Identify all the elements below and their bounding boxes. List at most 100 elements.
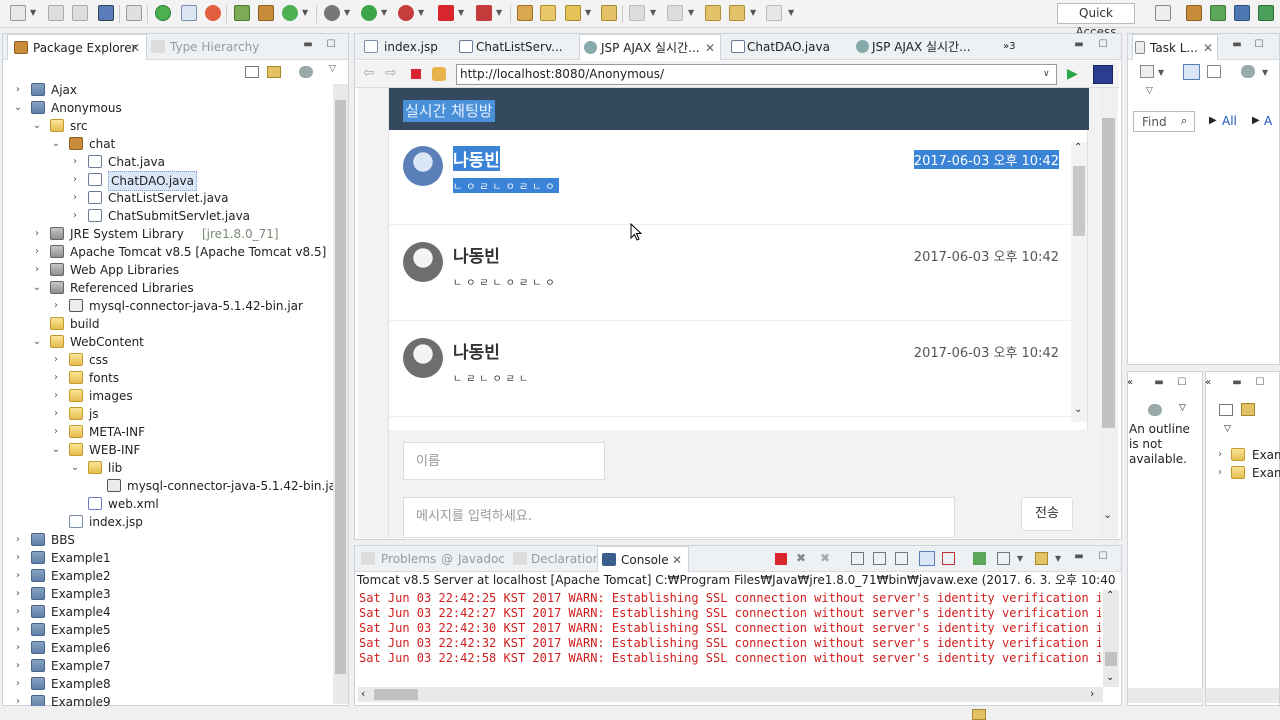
chevron-right-icon[interactable]: › <box>13 675 23 693</box>
filter-icon[interactable] <box>299 66 313 78</box>
message-input[interactable]: 메시지를 입력하세요. <box>403 497 955 538</box>
chevron-right-icon[interactable]: › <box>32 225 42 243</box>
tab-javadoc[interactable]: @ Javadoc <box>441 546 511 572</box>
minimize-icon[interactable]: ▬ <box>1231 378 1243 390</box>
view-menu-icon[interactable]: ▽ <box>1179 403 1186 413</box>
chevron-right-icon[interactable]: › <box>51 405 61 423</box>
collapse-all-icon[interactable] <box>1219 404 1233 416</box>
chevron-right-icon[interactable]: › <box>51 351 61 369</box>
chevron-right-icon[interactable]: › <box>51 297 61 315</box>
chevron-down-icon[interactable]: ⌄ <box>1074 404 1082 415</box>
open-console-icon[interactable] <box>1035 552 1048 565</box>
debug-perspective-icon[interactable] <box>1258 5 1274 21</box>
chevron-down-icon[interactable]: ▼ <box>585 8 591 17</box>
scheduled-icon[interactable] <box>1207 65 1221 78</box>
next-annotation-icon[interactable] <box>629 5 645 21</box>
java-ee-perspective-icon[interactable] <box>1186 5 1202 21</box>
view-menu-icon[interactable]: ▽ <box>1146 86 1153 96</box>
tab-chatlistservlet[interactable]: ChatListServ... <box>455 34 579 60</box>
toggle-mark-icon[interactable] <box>181 5 197 21</box>
chevron-right-icon[interactable]: › <box>70 189 80 207</box>
terminal-icon[interactable] <box>98 5 114 21</box>
refresh-icon[interactable] <box>205 5 221 21</box>
tab-problems[interactable]: Problems <box>359 546 439 572</box>
chevron-right-icon[interactable]: › <box>13 621 23 639</box>
forward-icon[interactable]: ⇨ <box>385 65 397 81</box>
terminate-icon[interactable] <box>775 553 787 565</box>
chevron-right-icon[interactable]: › <box>13 81 23 99</box>
far-right-scrollbar[interactable] <box>1206 688 1279 703</box>
show-stderr-icon[interactable] <box>942 552 955 565</box>
back-icon[interactable] <box>729 5 745 21</box>
refresh-icon[interactable] <box>432 67 446 81</box>
word-wrap-icon[interactable] <box>895 552 908 565</box>
more-tabs-button[interactable]: »3 <box>1003 34 1023 60</box>
scrollbar-thumb[interactable] <box>335 100 346 674</box>
previous-annotation-icon[interactable] <box>667 5 683 21</box>
chevron-right-icon[interactable]: › <box>32 261 42 279</box>
save-all-icon[interactable] <box>72 5 88 21</box>
chevron-down-icon[interactable]: ⌄ <box>13 99 23 117</box>
chevron-right-icon[interactable]: › <box>1215 446 1225 464</box>
tab-chatdao[interactable]: ChatDAO.java <box>727 34 849 60</box>
link-with-editor-icon[interactable] <box>267 66 281 78</box>
remove-launch-icon[interactable]: ✖ <box>796 551 806 565</box>
chevron-right-icon[interactable]: › <box>13 585 23 603</box>
chevron-down-icon[interactable]: ⌄ <box>51 135 61 153</box>
new-java-project-icon[interactable] <box>234 5 250 21</box>
scrollbar-thumb[interactable] <box>1073 166 1085 236</box>
chevron-down-icon[interactable]: ▼ <box>1017 554 1023 563</box>
outline-scrollbar[interactable] <box>1128 688 1203 703</box>
chevron-right-icon[interactable]: › <box>1090 687 1094 700</box>
tab-browser-2[interactable]: JSP AJAX 실시간... <box>852 34 1002 60</box>
chevron-down-icon[interactable]: ⌄ <box>32 117 42 135</box>
close-icon[interactable]: ✕ <box>130 35 140 61</box>
chevron-down-icon[interactable]: ▼ <box>344 8 350 17</box>
debug-server-icon[interactable] <box>155 5 171 21</box>
pin-console-icon[interactable] <box>973 552 986 565</box>
close-icon[interactable]: ✕ <box>1203 35 1213 61</box>
chevron-right-icon[interactable]: › <box>13 567 23 585</box>
chevron-down-icon[interactable]: ⌄ <box>1106 672 1114 683</box>
minimize-icon[interactable]: ▬ <box>1073 552 1085 564</box>
chevron-down-icon[interactable]: ▼ <box>1262 68 1268 77</box>
back-icon[interactable]: ⇦ <box>363 65 375 81</box>
coverage-icon[interactable] <box>398 5 414 21</box>
open-resource-icon[interactable] <box>601 5 617 21</box>
remove-all-icon[interactable]: ✖ <box>820 551 830 565</box>
chevron-right-icon[interactable]: › <box>70 153 80 171</box>
chevron-down-icon[interactable]: ▼ <box>418 8 424 17</box>
new-task-icon[interactable] <box>1140 65 1154 78</box>
chevron-down-icon[interactable]: ⌄ <box>70 459 80 477</box>
chevron-right-icon[interactable]: › <box>13 531 23 549</box>
quick-access-field[interactable]: Quick Access <box>1057 3 1135 39</box>
chevron-down-icon[interactable]: ▼ <box>688 8 694 17</box>
new-package-icon[interactable] <box>258 5 274 21</box>
maximize-icon[interactable]: ☐ <box>1176 378 1188 390</box>
tab-index-jsp[interactable]: index.jsp <box>360 34 454 60</box>
link-with-editor-icon[interactable] <box>1241 403 1255 416</box>
external-tools-icon[interactable] <box>476 5 492 21</box>
tab-task-list[interactable]: Task L... ✕ <box>1132 34 1218 60</box>
save-icon[interactable] <box>48 5 64 21</box>
chevron-down-icon[interactable]: ▼ <box>788 8 794 17</box>
console-horizontal-scrollbar[interactable]: ‹ › <box>358 687 1103 702</box>
message-list-scrollbar[interactable]: ⌃ ⌄ <box>1071 142 1087 422</box>
chevron-down-icon[interactable]: ⌄ <box>32 333 42 351</box>
close-icon[interactable]: ✕ <box>672 547 682 573</box>
chevron-down-icon[interactable]: ⌄ <box>51 441 61 459</box>
chevron-down-icon[interactable]: ▼ <box>381 8 387 17</box>
open-folder-icon[interactable] <box>540 5 556 21</box>
maximize-icon[interactable]: ☐ <box>1097 40 1109 52</box>
tab-type-hierarchy[interactable]: Type Hierarchy <box>151 34 271 60</box>
new-class-icon[interactable] <box>282 5 298 21</box>
scrollbar-thumb[interactable] <box>374 689 418 700</box>
url-field[interactable]: http://localhost:8080/Anonymous/ ∨ <box>456 64 1057 85</box>
activate-link[interactable]: A <box>1264 114 1272 128</box>
collapse-all-icon[interactable] <box>245 66 259 78</box>
stop-icon[interactable] <box>438 5 454 21</box>
chevron-down-icon[interactable]: ▼ <box>30 8 36 17</box>
open-type-icon[interactable] <box>517 5 533 21</box>
maximize-icon[interactable]: ☐ <box>1254 378 1266 390</box>
chevron-down-icon[interactable]: ▼ <box>750 8 756 17</box>
